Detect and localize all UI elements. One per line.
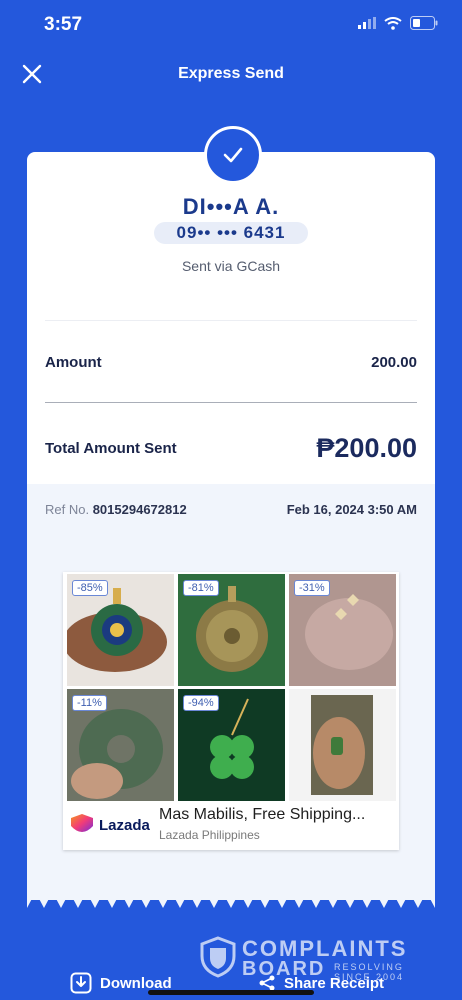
product-image — [289, 689, 396, 801]
ad-footer[interactable]: Lazada Mas Mabilis, Free Shipping... Laz… — [63, 804, 399, 850]
battery-icon — [410, 16, 438, 30]
status-time: 3:57 — [44, 14, 83, 35]
discount-badge: -11% — [72, 695, 107, 711]
home-indicator — [148, 990, 314, 995]
header: Express Send — [0, 52, 462, 96]
ad-advertiser: Lazada Philippines — [159, 828, 260, 842]
amount-value: 200.00 — [371, 354, 417, 371]
recipient-number: 09•• ••• 6431 — [154, 222, 308, 244]
discount-badge: -85% — [72, 580, 108, 596]
receipt-card: DI•••A A. 09•• ••• 6431 Sent via GCash A… — [27, 152, 435, 900]
reference-value: 8015294672812 — [92, 502, 187, 517]
ad-product-tile[interactable] — [289, 689, 396, 801]
transaction-datetime: Feb 16, 2024 3:50 AM — [286, 502, 417, 517]
reference-section: Ref No. 8015294672812 Feb 16, 2024 3:50 … — [27, 484, 435, 900]
recipient-name: DI•••A A. — [182, 194, 280, 219]
discount-badge: -94% — [183, 695, 219, 711]
divider — [45, 320, 417, 321]
status-icons — [358, 16, 438, 30]
receipt-torn-edge — [27, 888, 435, 908]
status-bar: 3:57 — [0, 0, 462, 50]
discount-badge: -81% — [183, 580, 219, 596]
ad-product-tile[interactable]: -81% — [178, 574, 285, 686]
ad-title[interactable]: Mas Mabilis, Free Shipping... — [159, 806, 395, 824]
check-icon — [223, 147, 243, 163]
download-label: Download — [100, 974, 172, 992]
amount-label: Amount — [45, 354, 102, 371]
lazada-ad[interactable]: i ✕ -85% — [63, 572, 399, 850]
sent-via-text: Sent via GCash — [181, 258, 281, 274]
ad-product-tile[interactable]: -94% — [178, 689, 285, 801]
ad-product-tile[interactable]: -31% — [289, 574, 396, 686]
share-label: Share Receipt — [284, 974, 385, 992]
ad-product-grid: -85% -81% -31% -11% -94% — [67, 574, 397, 801]
divider — [45, 402, 417, 403]
wifi-icon — [384, 16, 402, 30]
signal-icon — [358, 17, 376, 29]
lazada-heart-icon — [71, 814, 93, 832]
success-badge — [204, 126, 262, 184]
discount-badge: -31% — [294, 580, 330, 596]
download-icon — [70, 972, 92, 994]
ad-product-tile[interactable]: -11% — [67, 689, 174, 801]
ad-product-tile[interactable]: -85% — [67, 574, 174, 686]
page-title: Express Send — [178, 65, 284, 82]
lazada-logo: Lazada — [69, 814, 150, 836]
total-value: ₱200.00 — [316, 433, 417, 463]
reference-number: Ref No. 8015294672812 — [45, 502, 187, 517]
reference-label: Ref No. — [45, 502, 90, 517]
total-label: Total Amount Sent — [45, 440, 177, 457]
lazada-brand: Lazada — [99, 816, 150, 834]
